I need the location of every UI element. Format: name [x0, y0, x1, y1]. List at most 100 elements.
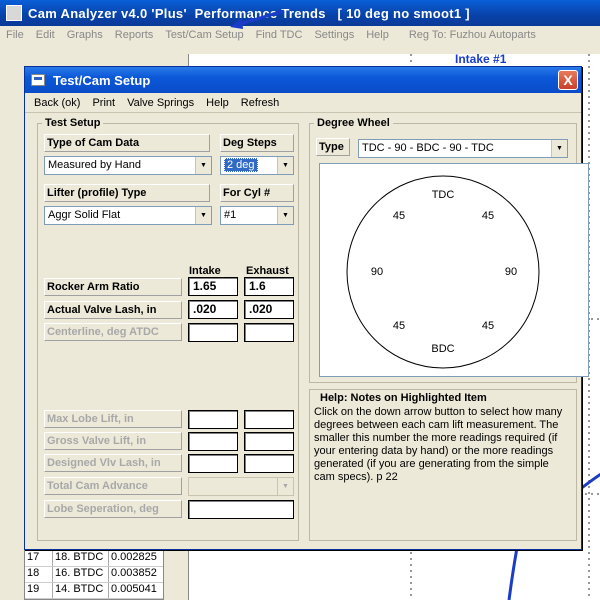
deg-steps-select[interactable]: 2 deg ▼	[220, 156, 294, 175]
wheel-type-label: Type	[316, 138, 350, 156]
exhaust-column-header: Exhaust	[246, 265, 289, 277]
graph-title: Intake #1	[455, 52, 507, 66]
chevron-down-icon[interactable]: ▼	[551, 140, 567, 157]
menu-edit[interactable]: Edit	[36, 29, 55, 41]
lifter-type-select[interactable]: Aggr Solid Flat ▼	[44, 206, 212, 225]
table-cell: 0.003852	[111, 567, 157, 579]
menu-print[interactable]: Print	[92, 97, 115, 109]
help-panel: Help: Notes on Highlighted Item Click on…	[309, 389, 577, 541]
app-titlebar: Cam Analyzer v4.0 'Plus' Performance Tre…	[0, 0, 600, 26]
deg-steps-value: 2 deg	[224, 158, 258, 172]
chevron-down-icon[interactable]: ▼	[195, 207, 211, 224]
help-title: Help: Notes on Highlighted Item	[320, 392, 487, 404]
test-setup-title: Test Setup	[42, 117, 104, 129]
designed-lash-exhaust-input[interactable]	[244, 454, 294, 473]
valve-lash-exhaust-input[interactable]: .020	[244, 300, 294, 319]
dialog-menubar: Back (ok) Print Valve Springs Help Refre…	[25, 93, 581, 113]
deg-steps-label: Deg Steps	[220, 134, 294, 152]
designed-lash-intake-input[interactable]	[188, 454, 238, 473]
table-row[interactable]: 17 18. BTDC 0.002825	[25, 551, 163, 567]
window-icon	[31, 74, 45, 86]
centerline-label: Centerline, deg ATDC	[44, 323, 182, 341]
table-cell: 17	[25, 551, 53, 566]
degree-wheel-title: Degree Wheel	[314, 117, 393, 129]
wheel-label-45: 45	[393, 210, 405, 222]
max-lobe-lift-label: Max Lobe Lift, in	[44, 410, 182, 428]
test-cam-setup-dialog: Test/Cam Setup X Back (ok) Print Valve S…	[24, 66, 589, 550]
rocker-ratio-exhaust-input[interactable]: 1.6	[244, 277, 294, 296]
rocker-ratio-intake-input[interactable]: 1.65	[188, 277, 238, 296]
close-button[interactable]: X	[558, 70, 578, 90]
cylinder-value: #1	[224, 209, 237, 221]
chevron-down-icon[interactable]: ▼	[277, 207, 293, 224]
designed-vlv-lash-label: Designed Vlv Lash, in	[44, 454, 182, 472]
app-icon	[6, 5, 22, 21]
lobe-separation-input[interactable]	[188, 500, 294, 519]
chevron-down-icon[interactable]: ▼	[277, 157, 293, 174]
degree-wheel-graphic: TDC BDC 45 45 90 90 45 45	[346, 175, 540, 369]
help-text: Click on the down arrow button to select…	[314, 406, 563, 483]
chevron-down-icon[interactable]: ▼	[277, 478, 293, 495]
table-row[interactable]: 18 16. BTDC 0.003852	[25, 567, 163, 583]
wheel-label-bdc: BDC	[431, 343, 454, 355]
menu-refresh[interactable]: Refresh	[241, 97, 280, 109]
gross-valve-lift-exhaust-input[interactable]	[244, 432, 294, 451]
dialog-title: Test/Cam Setup	[53, 72, 151, 88]
degree-wheel-canvas: TDC BDC 45 45 90 90 45 45	[319, 163, 589, 377]
pointer-arrow-icon	[230, 9, 285, 29]
wheel-label-45: 45	[482, 210, 494, 222]
centerline-exhaust-input[interactable]	[244, 323, 294, 342]
table-cell: 19	[25, 583, 53, 598]
close-icon: X	[563, 72, 573, 88]
wheel-label-tdc: TDC	[432, 189, 455, 201]
data-table[interactable]: 17 18. BTDC 0.002825 18 16. BTDC 0.00385…	[24, 550, 164, 600]
cylinder-select[interactable]: #1 ▼	[220, 206, 294, 225]
menu-graphs[interactable]: Graphs	[67, 29, 103, 41]
menu-dialog-help[interactable]: Help	[206, 97, 229, 109]
valve-lash-label: Actual Valve Lash, in	[44, 301, 182, 319]
for-cyl-label: For Cyl #	[220, 184, 294, 202]
menu-find-tdc[interactable]: Find TDC	[256, 29, 303, 41]
max-lobe-lift-exhaust-input[interactable]	[244, 410, 294, 429]
lobe-separation-label: Lobe Seperation, deg	[44, 500, 182, 518]
table-cell: 16. BTDC	[53, 567, 109, 582]
table-cell: 0.005041	[111, 583, 157, 595]
menu-settings[interactable]: Settings	[314, 29, 354, 41]
table-cell: 18	[25, 567, 53, 582]
cam-data-type-select[interactable]: Measured by Hand ▼	[44, 156, 212, 175]
lifter-type-value: Aggr Solid Flat	[48, 209, 121, 221]
app-left-panel	[0, 108, 26, 600]
table-cell: 14. BTDC	[53, 583, 109, 598]
centerline-intake-input[interactable]	[188, 323, 238, 342]
test-setup-group: Test Setup Type of Cam Data Deg Steps Me…	[37, 117, 299, 541]
wheel-label-45: 45	[482, 320, 494, 332]
wheel-label-45: 45	[393, 320, 405, 332]
menu-help[interactable]: Help	[366, 29, 389, 41]
menu-test-cam-setup[interactable]: Test/Cam Setup	[165, 29, 243, 41]
wheel-type-select[interactable]: TDC - 90 - BDC - 90 - TDC ▼	[358, 139, 568, 158]
menu-back-ok[interactable]: Back (ok)	[34, 97, 80, 109]
wheel-label-90: 90	[371, 266, 383, 278]
dialog-titlebar[interactable]: Test/Cam Setup X	[25, 67, 581, 93]
table-cell: 18. BTDC	[53, 551, 109, 566]
intake-column-header: Intake	[189, 265, 221, 277]
total-cam-advance-label: Total Cam Advance	[44, 477, 182, 495]
cam-data-type-value: Measured by Hand	[48, 159, 141, 171]
valve-lash-intake-input[interactable]: .020	[188, 300, 238, 319]
app-menubar: File Edit Graphs Reports Test/Cam Setup …	[0, 26, 600, 44]
total-cam-advance-select[interactable]: ▼	[188, 477, 294, 496]
menu-valve-springs[interactable]: Valve Springs	[127, 97, 194, 109]
registration-label: Reg To: Fuzhou Autoparts	[408, 29, 536, 41]
lifter-type-label: Lifter (profile) Type	[44, 184, 210, 202]
wheel-type-value: TDC - 90 - BDC - 90 - TDC	[362, 142, 494, 154]
menu-file[interactable]: File	[6, 29, 24, 41]
gross-valve-lift-intake-input[interactable]	[188, 432, 238, 451]
table-row[interactable]: 19 14. BTDC 0.005041	[25, 583, 163, 599]
wheel-label-90: 90	[505, 266, 517, 278]
gross-valve-lift-label: Gross Valve Lift, in	[44, 432, 182, 450]
chevron-down-icon[interactable]: ▼	[195, 157, 211, 174]
max-lobe-lift-intake-input[interactable]	[188, 410, 238, 429]
type-of-cam-data-label: Type of Cam Data	[44, 134, 210, 152]
menu-reports[interactable]: Reports	[115, 29, 154, 41]
rocker-arm-ratio-label: Rocker Arm Ratio	[44, 278, 182, 296]
